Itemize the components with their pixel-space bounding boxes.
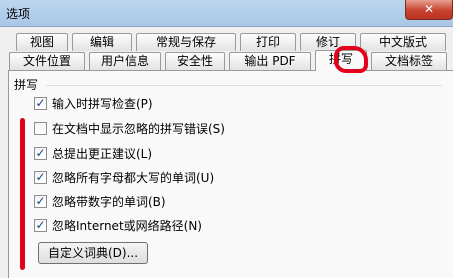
- annotation-line: [20, 118, 25, 270]
- option-label: 忽略所有字母都大写的单词(U): [52, 171, 215, 185]
- option-label: 输入时拼写检查(P): [52, 97, 153, 111]
- tab-document-tags[interactable]: 文档标签: [371, 52, 447, 70]
- option-label: 总提出更正建议(L): [52, 147, 153, 161]
- tab-user-info[interactable]: 用户信息: [89, 52, 161, 70]
- checkbox[interactable]: ✓: [34, 195, 47, 208]
- tab-chinese-layout[interactable]: 中文版式: [360, 33, 446, 51]
- checkbox[interactable]: ✓: [34, 171, 47, 184]
- tab-general-save[interactable]: 常规与保存: [136, 33, 236, 51]
- option-label: 忽略Internet或网络路径(N): [52, 219, 202, 233]
- tab-edit[interactable]: 编辑: [72, 33, 132, 51]
- checkbox[interactable]: [34, 122, 47, 135]
- checkbox[interactable]: ✓: [34, 147, 47, 160]
- tab-file-locations[interactable]: 文件位置: [9, 52, 85, 70]
- tab-security[interactable]: 安全性: [165, 52, 225, 70]
- checkbox[interactable]: ✓: [34, 97, 47, 110]
- option-label: 忽略带数字的单词(B): [52, 195, 166, 209]
- option-label: 在文档中显示忽略的拼写错误(S): [52, 122, 225, 136]
- group-divider: [46, 85, 442, 86]
- checkbox[interactable]: ✓: [34, 219, 47, 232]
- custom-dictionary-button[interactable]: 自定义词典(D)...: [38, 242, 148, 264]
- spelling-group-label: 拼写: [14, 78, 39, 92]
- close-button[interactable]: ✕: [405, 0, 453, 20]
- tab-print[interactable]: 打印: [240, 33, 296, 51]
- annotation-circle: [334, 46, 368, 73]
- tab-output-pdf[interactable]: 输出 PDF: [229, 52, 311, 70]
- tab-view[interactable]: 视图: [16, 33, 68, 51]
- window-titlebar: 选项 ✕: [0, 0, 453, 27]
- window-title: 选项: [6, 7, 31, 21]
